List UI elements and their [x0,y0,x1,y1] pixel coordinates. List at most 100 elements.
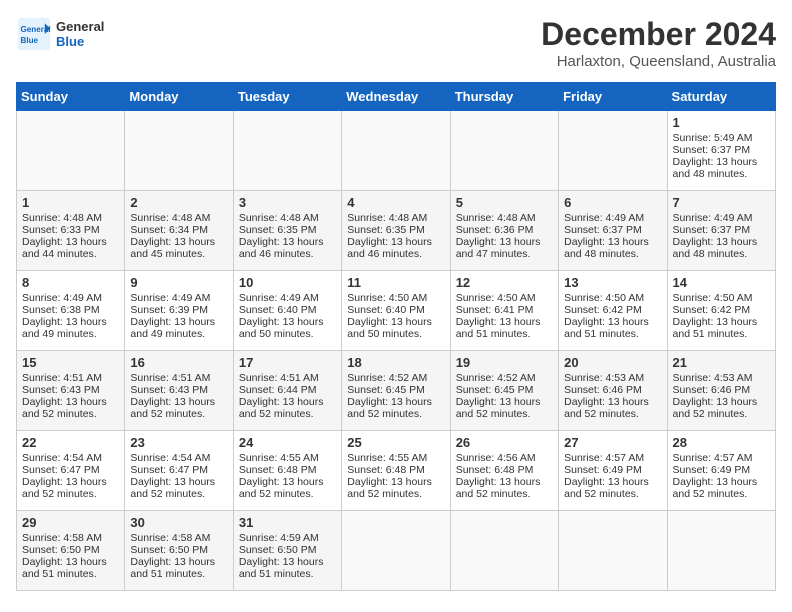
day-cell: 16Sunrise: 4:51 AMSunset: 6:43 PMDayligh… [125,351,233,431]
calendar-header: SundayMondayTuesdayWednesdayThursdayFrid… [17,83,776,111]
day-cell [342,511,450,591]
daylight-text: Daylight: 13 hours and 51 minutes. [239,556,324,580]
day-number: 12 [456,275,553,290]
sunset-text: Sunset: 6:38 PM [22,304,100,316]
day-cell: 29 Sunrise: 4:58 AMSunset: 6:50 PMDayligh… [17,511,125,591]
day-cell: 8 Sunrise: 4:49 AMSunset: 6:38 PMDaylight… [17,271,125,351]
day-cell: 10Sunrise: 4:49 AMSunset: 6:40 PMDayligh… [233,271,341,351]
sunrise-text: Sunrise: 4:51 AM [130,372,210,384]
week-row-2: 1Sunrise: 4:48 AMSunset: 6:33 PMDaylight… [17,191,776,271]
sunrise-text: Sunrise: 4:52 AM [456,372,536,384]
daylight-text: Daylight: 13 hours and 52 minutes. [673,476,758,500]
daylight-text: Daylight: 13 hours and 45 minutes. [130,236,215,260]
day-number: 28 [673,435,770,450]
week-row-1: 1Sunrise: 5:49 AMSunset: 6:37 PMDaylight… [17,111,776,191]
day-cell: 18 Sunrise: 4:52 AMSunset: 6:45 PMDayligh… [342,351,450,431]
day-cell: 21Sunrise: 4:53 AMSunset: 6:46 PMDayligh… [667,351,775,431]
day-number: 19 [456,355,553,370]
day-cell [125,111,233,191]
daylight-text: Daylight: 13 hours and 52 minutes. [347,396,432,420]
day-cell: 25Sunrise: 4:55 AMSunset: 6:48 PMDayligh… [342,431,450,511]
day-number: 3 [239,195,336,210]
day-number: 31 [239,515,336,530]
sunrise-text: Sunrise: 4:58 AM [130,532,210,544]
sunset-text: Sunset: 6:45 PM [456,384,534,396]
daylight-text: Daylight: 13 hours and 52 minutes. [130,476,215,500]
daylight-text: Daylight: 13 hours and 52 minutes. [456,476,541,500]
sunset-text: Sunset: 6:48 PM [347,464,425,476]
sunrise-text: Sunrise: 4:58 AM [22,532,102,544]
daylight-text: Daylight: 13 hours and 52 minutes. [130,396,215,420]
header-cell-wednesday: Wednesday [342,83,450,111]
sunset-text: Sunset: 6:48 PM [239,464,317,476]
daylight-text: Daylight: 13 hours and 46 minutes. [239,236,324,260]
sunset-text: Sunset: 6:50 PM [239,544,317,556]
daylight-text: Daylight: 13 hours and 51 minutes. [564,316,649,340]
daylight-text: Daylight: 13 hours and 49 minutes. [22,316,107,340]
sunrise-text: Sunrise: 4:48 AM [239,212,319,224]
month-title: December 2024 [541,16,776,53]
day-cell: 2Sunrise: 4:48 AMSunset: 6:34 PMDaylight… [125,191,233,271]
sunrise-text: Sunrise: 4:52 AM [347,372,427,384]
day-number: 17 [239,355,336,370]
sunset-text: Sunset: 6:46 PM [673,384,751,396]
day-cell [233,111,341,191]
day-number: 8 [22,275,119,290]
daylight-text: Daylight: 13 hours and 52 minutes. [22,396,107,420]
daylight-text: Daylight: 13 hours and 51 minutes. [22,556,107,580]
sunset-text: Sunset: 6:50 PM [22,544,100,556]
sunrise-text: Sunrise: 4:51 AM [239,372,319,384]
daylight-text: Daylight: 13 hours and 52 minutes. [239,476,324,500]
sunset-text: Sunset: 6:40 PM [239,304,317,316]
day-cell: 28Sunrise: 4:57 AMSunset: 6:49 PMDayligh… [667,431,775,511]
logo: General Blue General Blue [16,16,104,52]
daylight-text: Daylight: 13 hours and 44 minutes. [22,236,107,260]
day-number: 21 [673,355,770,370]
day-cell: 11Sunrise: 4:50 AMSunset: 6:40 PMDayligh… [342,271,450,351]
header-cell-sunday: Sunday [17,83,125,111]
week-row-6: 29Sunrise: 4:58 AMSunset: 6:50 PMDayligh… [17,511,776,591]
day-cell: 13Sunrise: 4:50 AMSunset: 6:42 PMDayligh… [559,271,667,351]
day-cell [559,511,667,591]
title-block: December 2024 Harlaxton, Queensland, Aus… [541,16,776,70]
sunrise-text: Sunrise: 4:55 AM [239,452,319,464]
day-cell: 24Sunrise: 4:55 AMSunset: 6:48 PMDayligh… [233,431,341,511]
logo-icon: General Blue [16,16,52,52]
sunset-text: Sunset: 6:42 PM [564,304,642,316]
day-number: 29 [22,515,119,530]
daylight-text: Daylight: 13 hours and 52 minutes. [22,476,107,500]
day-cell: 19Sunrise: 4:52 AMSunset: 6:45 PMDayligh… [450,351,558,431]
sunset-text: Sunset: 6:45 PM [347,384,425,396]
day-number: 30 [130,515,227,530]
calendar-table: SundayMondayTuesdayWednesdayThursdayFrid… [16,82,776,591]
sunrise-text: Sunrise: 4:48 AM [347,212,427,224]
daylight-text: Daylight: 13 hours and 51 minutes. [456,316,541,340]
sunset-text: Sunset: 6:43 PM [22,384,100,396]
sunrise-text: Sunrise: 4:48 AM [130,212,210,224]
day-cell: 1Sunrise: 5:49 AMSunset: 6:37 PMDaylight… [667,111,775,191]
day-cell: 26Sunrise: 4:56 AMSunset: 6:48 PMDayligh… [450,431,558,511]
daylight-text: Daylight: 13 hours and 46 minutes. [347,236,432,260]
daylight-text: Daylight: 13 hours and 52 minutes. [564,396,649,420]
daylight-text: Daylight: 13 hours and 52 minutes. [239,396,324,420]
sunrise-text: Sunrise: 4:48 AM [456,212,536,224]
day-cell: 23Sunrise: 4:54 AMSunset: 6:47 PMDayligh… [125,431,233,511]
sunset-text: Sunset: 6:36 PM [456,224,534,236]
day-number: 16 [130,355,227,370]
day-cell: 14Sunrise: 4:50 AMSunset: 6:42 PMDayligh… [667,271,775,351]
daylight-text: Daylight: 13 hours and 51 minutes. [130,556,215,580]
sunrise-text: Sunrise: 4:49 AM [22,292,102,304]
sunset-text: Sunset: 6:35 PM [239,224,317,236]
sunset-text: Sunset: 6:39 PM [130,304,208,316]
sunset-text: Sunset: 6:47 PM [130,464,208,476]
day-number: 1 [673,115,770,130]
day-number: 18 [347,355,444,370]
sunset-text: Sunset: 6:37 PM [673,224,751,236]
day-number: 10 [239,275,336,290]
daylight-text: Daylight: 13 hours and 48 minutes. [673,156,758,180]
daylight-text: Daylight: 13 hours and 48 minutes. [564,236,649,260]
day-number: 15 [22,355,119,370]
day-cell [342,111,450,191]
sunrise-text: Sunrise: 4:53 AM [564,372,644,384]
day-cell [667,511,775,591]
